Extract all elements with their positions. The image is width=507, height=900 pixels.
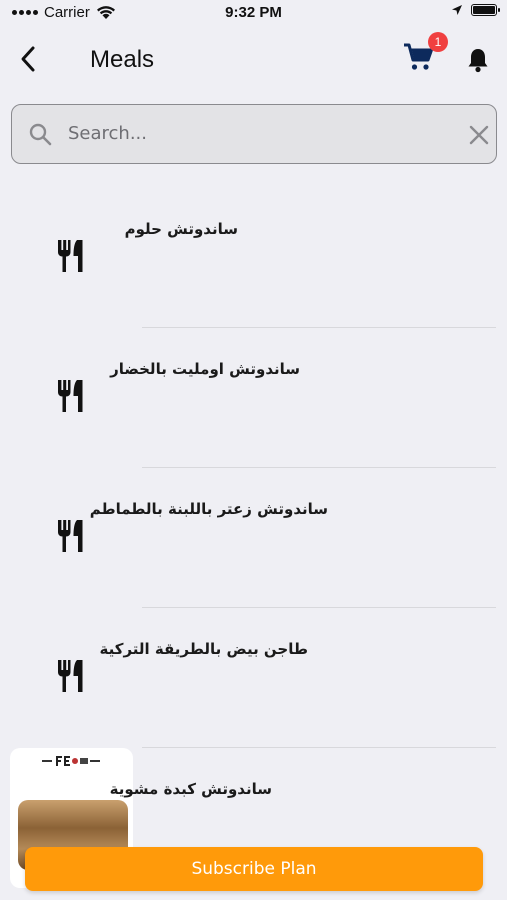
meal-thumbnail (10, 468, 133, 608)
close-icon[interactable] (468, 124, 490, 146)
status-time: 9:32 PM (225, 4, 282, 21)
search-icon (29, 123, 52, 146)
bell-icon (468, 49, 488, 73)
meal-name: ساندوتش كبدة مشوية (109, 780, 272, 798)
meal-thumbnail (10, 608, 133, 748)
meal-list: ساندوتش حلوم ساندوتش اومليت بالخضار ساند… (0, 188, 507, 888)
notifications-button[interactable] (464, 46, 492, 74)
battery-icon (471, 4, 500, 16)
meal-name: ساندوتش حلوم (124, 220, 238, 238)
status-bar: Carrier 9:32 PM (0, 0, 507, 26)
list-item[interactable]: ساندوتش حلوم (0, 188, 507, 328)
restaurant-logo (42, 756, 100, 766)
search-bar (11, 104, 497, 164)
utensils-icon (58, 380, 83, 412)
meal-name: ساندوتش اومليت بالخضار (110, 360, 300, 378)
meal-thumbnail (10, 188, 133, 328)
meal-name: ساندوتش زعتر باللبنة بالطماطم (89, 500, 328, 518)
status-right (451, 4, 500, 16)
location-arrow-icon (452, 5, 462, 15)
list-item[interactable]: طاجن بيض بالطريقة التركية (0, 608, 507, 748)
back-button[interactable] (14, 44, 44, 74)
cart-count-badge: 1 (428, 32, 448, 52)
list-item[interactable]: ساندوتش زعتر باللبنة بالطماطم (0, 468, 507, 608)
utensils-icon (58, 520, 83, 552)
chevron-left-icon (21, 46, 35, 72)
subscribe-plan-button[interactable]: Subscribe Plan (25, 847, 483, 891)
nav-bar: Meals 1 (0, 26, 507, 96)
utensils-icon (58, 240, 83, 272)
meal-name: طاجن بيض بالطريقة التركية (99, 640, 309, 658)
search-input[interactable] (68, 115, 448, 151)
list-item[interactable]: ساندوتش اومليت بالخضار (0, 328, 507, 468)
utensils-icon (58, 660, 83, 692)
page-title: Meals (90, 46, 155, 73)
meal-thumbnail (10, 328, 133, 468)
